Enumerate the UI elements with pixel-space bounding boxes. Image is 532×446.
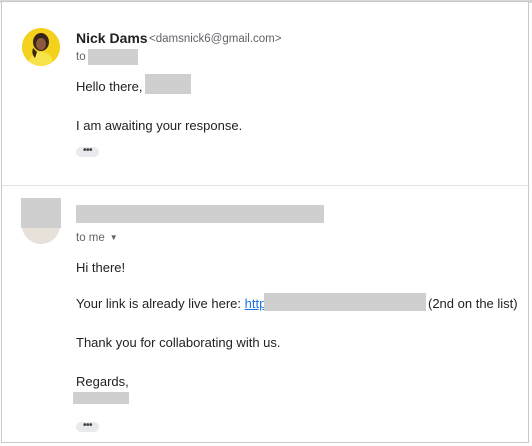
avatar-nick-dams[interactable] [22,28,60,66]
show-trimmed-content-button[interactable]: ••• [76,146,99,157]
link-intro: Your link is already live here: [76,296,245,311]
link-suffix: (2nd on the list) [428,296,518,311]
redacted-link [264,293,426,311]
chevron-down-icon[interactable]: ▼ [110,233,118,242]
redacted-sender [76,205,324,223]
recipient-line[interactable]: to [76,51,86,63]
redacted-recipient [88,49,138,65]
redacted-avatar-face [21,198,61,228]
redacted-name [145,74,191,94]
to-prefix: to [76,51,86,63]
message-reply[interactable]: to me ▼ Hi there! Your link is already li… [2,186,530,444]
email-thread: Nick Dams <damsnick6@gmail.com> to Hello… [1,1,530,444]
body-text: I am awaiting your response. [76,118,243,133]
sender-name[interactable]: Nick Dams [76,30,148,46]
recipient-line[interactable]: to me ▼ [76,232,118,244]
sender-email: <damsnick6@gmail.com> [149,33,282,45]
avatar-photo-icon [22,28,60,66]
greeting-text: Hello there, [76,79,143,94]
redacted-signature [73,392,129,404]
link-line: Your link is already live here: http [76,296,266,311]
to-me-label: to me [76,232,105,244]
message-nick-dams[interactable]: Nick Dams <damsnick6@gmail.com> to Hello… [2,2,530,185]
show-trimmed-content-button[interactable]: ••• [76,421,99,432]
thanks-text: Thank you for collaborating with us. [76,335,281,350]
regards-text: Regards, [76,374,129,389]
greeting-text: Hi there! [76,260,126,275]
